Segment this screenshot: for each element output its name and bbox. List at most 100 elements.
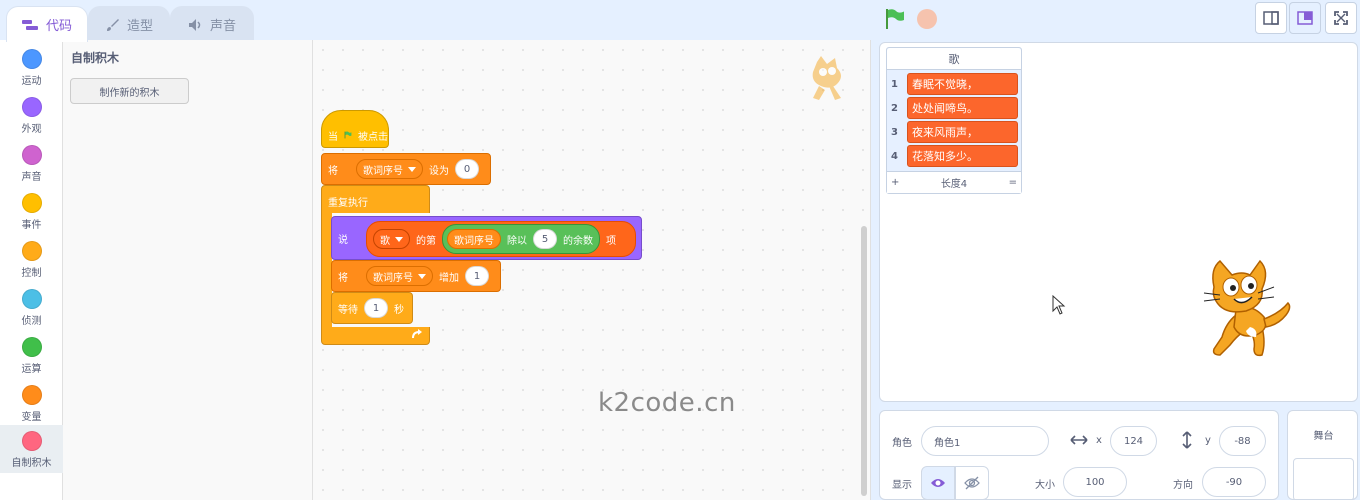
small-stage-icon xyxy=(1263,11,1279,25)
chevron-down-icon xyxy=(408,166,416,172)
green-flag-icon[interactable] xyxy=(884,8,906,30)
list-item-value[interactable]: 处处闻啼鸟。 xyxy=(907,97,1018,119)
category-events[interactable]: 事件 xyxy=(0,189,63,237)
category-label: 变量 xyxy=(21,412,42,423)
change-by-label: 增加 xyxy=(439,272,459,284)
stop-icon[interactable] xyxy=(917,9,937,29)
code-icon xyxy=(21,19,38,30)
vertical-arrows-icon xyxy=(1182,431,1192,449)
when-flag-clicked-block[interactable]: 当 被点击 xyxy=(321,110,389,148)
category-label: 控制 xyxy=(21,268,42,279)
set-to-label: 设为 xyxy=(429,165,449,177)
code-area[interactable]: 当 被点击 将 歌词序号 设为 0 重复执行 说 歌 的第 歌词序号 除以 5 … xyxy=(313,40,871,500)
tab-costumes[interactable]: 造型 xyxy=(88,6,170,42)
category-variables[interactable]: 变量 xyxy=(0,381,63,429)
eye-off-icon xyxy=(964,476,980,490)
variable-name: 歌词序号 xyxy=(373,272,413,284)
horizontal-arrows-icon xyxy=(1070,435,1088,445)
x-input[interactable]: 124 xyxy=(1110,426,1157,456)
category-sound[interactable]: 声音 xyxy=(0,141,63,189)
say-verb: 说 xyxy=(338,234,348,246)
set-value-input[interactable]: 0 xyxy=(455,159,479,179)
wait-unit: 秒 xyxy=(394,304,404,316)
list-resize-handle[interactable]: = xyxy=(1009,177,1017,188)
normal-stage-icon xyxy=(1297,11,1313,25)
mod-variable-reporter[interactable]: 歌词序号 xyxy=(447,229,501,249)
hide-sprite-button[interactable] xyxy=(955,466,989,500)
tab-code-label: 代码 xyxy=(45,19,72,34)
variable-dropdown[interactable]: 歌词序号 xyxy=(366,266,433,286)
list-item-index: 4 xyxy=(891,150,898,162)
category-operators[interactable]: 运算 xyxy=(0,333,63,381)
change-value-input[interactable]: 1 xyxy=(465,266,489,286)
category-label: 侦测 xyxy=(21,316,42,327)
tab-costumes-label: 造型 xyxy=(126,19,153,34)
list-item-index: 3 xyxy=(891,126,898,138)
category-control[interactable]: 控制 xyxy=(0,237,63,285)
tab-sounds[interactable]: 声音 xyxy=(170,6,254,42)
palette-title: 自制积木 xyxy=(71,51,120,65)
list-name: 歌 xyxy=(380,235,390,247)
wait-value-input[interactable]: 1 xyxy=(364,298,388,318)
variable-dropdown[interactable]: 歌词序号 xyxy=(356,159,423,179)
category-motion[interactable]: 运动 xyxy=(0,45,63,93)
list-item-value[interactable]: 春眠不觉晓， xyxy=(907,73,1018,95)
chevron-down-icon xyxy=(418,273,426,279)
say-block[interactable]: 说 歌 的第 歌词序号 除以 5 的余数 项 xyxy=(331,216,642,260)
mouse-pointer-icon xyxy=(1052,295,1066,315)
category-my-blocks[interactable]: 自制积木 xyxy=(0,425,63,473)
make-block-button[interactable]: 制作新的积木 xyxy=(70,78,189,104)
size-label: 大小 xyxy=(1035,480,1055,491)
show-label: 显示 xyxy=(892,480,912,491)
scratch-cat-sprite[interactable] xyxy=(1196,257,1296,361)
tab-code[interactable]: 代码 xyxy=(6,6,88,42)
list-monitor-title: 歌 xyxy=(887,48,1021,70)
small-stage-button[interactable] xyxy=(1255,2,1287,34)
list-dropdown[interactable]: 歌 xyxy=(373,229,410,249)
normal-stage-button[interactable] xyxy=(1289,2,1321,34)
direction-label: 方向 xyxy=(1173,480,1193,491)
mod-reporter[interactable]: 歌词序号 除以 5 的余数 xyxy=(442,224,600,254)
stage[interactable]: 歌 1 春眠不觉晓， 2 处处闻啼鸟。 3 夜来风雨声， 4 花落知多少。 + 长度4 … xyxy=(879,42,1358,402)
change-verb: 将 xyxy=(338,272,348,284)
set-variable-block[interactable]: 将 歌词序号 设为 0 xyxy=(321,153,491,185)
hat-prefix: 当 xyxy=(328,131,338,143)
list-item-value[interactable]: 花落知多少。 xyxy=(907,145,1018,167)
category-looks-dot xyxy=(21,97,42,117)
list-item: 4 花落知多少。 xyxy=(891,145,1018,167)
category-looks[interactable]: 外观 xyxy=(0,93,63,141)
wait-block[interactable]: 等待 1 秒 xyxy=(331,292,413,324)
list-add-button[interactable]: + xyxy=(891,177,899,188)
stage-thumbnail[interactable] xyxy=(1293,458,1354,500)
category-variables-dot xyxy=(21,385,42,405)
category-label: 运动 xyxy=(21,76,42,87)
list-monitor-footer: + 长度4 = xyxy=(887,171,1021,193)
fullscreen-button[interactable] xyxy=(1325,2,1357,34)
mod-value-input[interactable]: 5 xyxy=(533,229,557,249)
direction-input[interactable]: -90 xyxy=(1202,467,1266,497)
sprite-name-input[interactable]: 角色1 xyxy=(921,426,1049,456)
item-of-label: 的第 xyxy=(416,235,436,247)
change-variable-block[interactable]: 将 歌词序号 增加 1 xyxy=(331,260,501,292)
category-motion-dot xyxy=(21,49,42,69)
wait-verb: 等待 xyxy=(338,304,358,316)
item-of-list-reporter[interactable]: 歌 的第 歌词序号 除以 5 的余数 项 xyxy=(366,221,636,257)
list-item-value[interactable]: 夜来风雨声， xyxy=(907,121,1018,143)
category-label: 声音 xyxy=(21,172,42,183)
mod-suffix-label: 的余数 xyxy=(563,235,593,247)
chevron-down-icon xyxy=(395,236,403,242)
x-label: x xyxy=(1096,435,1102,446)
y-input[interactable]: -88 xyxy=(1219,426,1266,456)
block-palette: 自制积木 制作新的积木 xyxy=(63,40,313,500)
stage-selector[interactable]: 舞台 xyxy=(1287,410,1358,500)
show-sprite-button[interactable] xyxy=(921,466,955,500)
category-label: 自制积木 xyxy=(11,458,52,469)
category-sensing[interactable]: 侦测 xyxy=(0,285,63,333)
stage-selector-title: 舞台 xyxy=(1313,431,1334,442)
size-input[interactable]: 100 xyxy=(1063,467,1127,497)
category-label: 运算 xyxy=(21,364,42,375)
category-sensing-dot xyxy=(21,289,42,309)
code-scrollbar[interactable] xyxy=(861,226,867,496)
sprite-thumbnail-icon xyxy=(812,56,841,100)
category-my-blocks-dot xyxy=(21,431,42,451)
